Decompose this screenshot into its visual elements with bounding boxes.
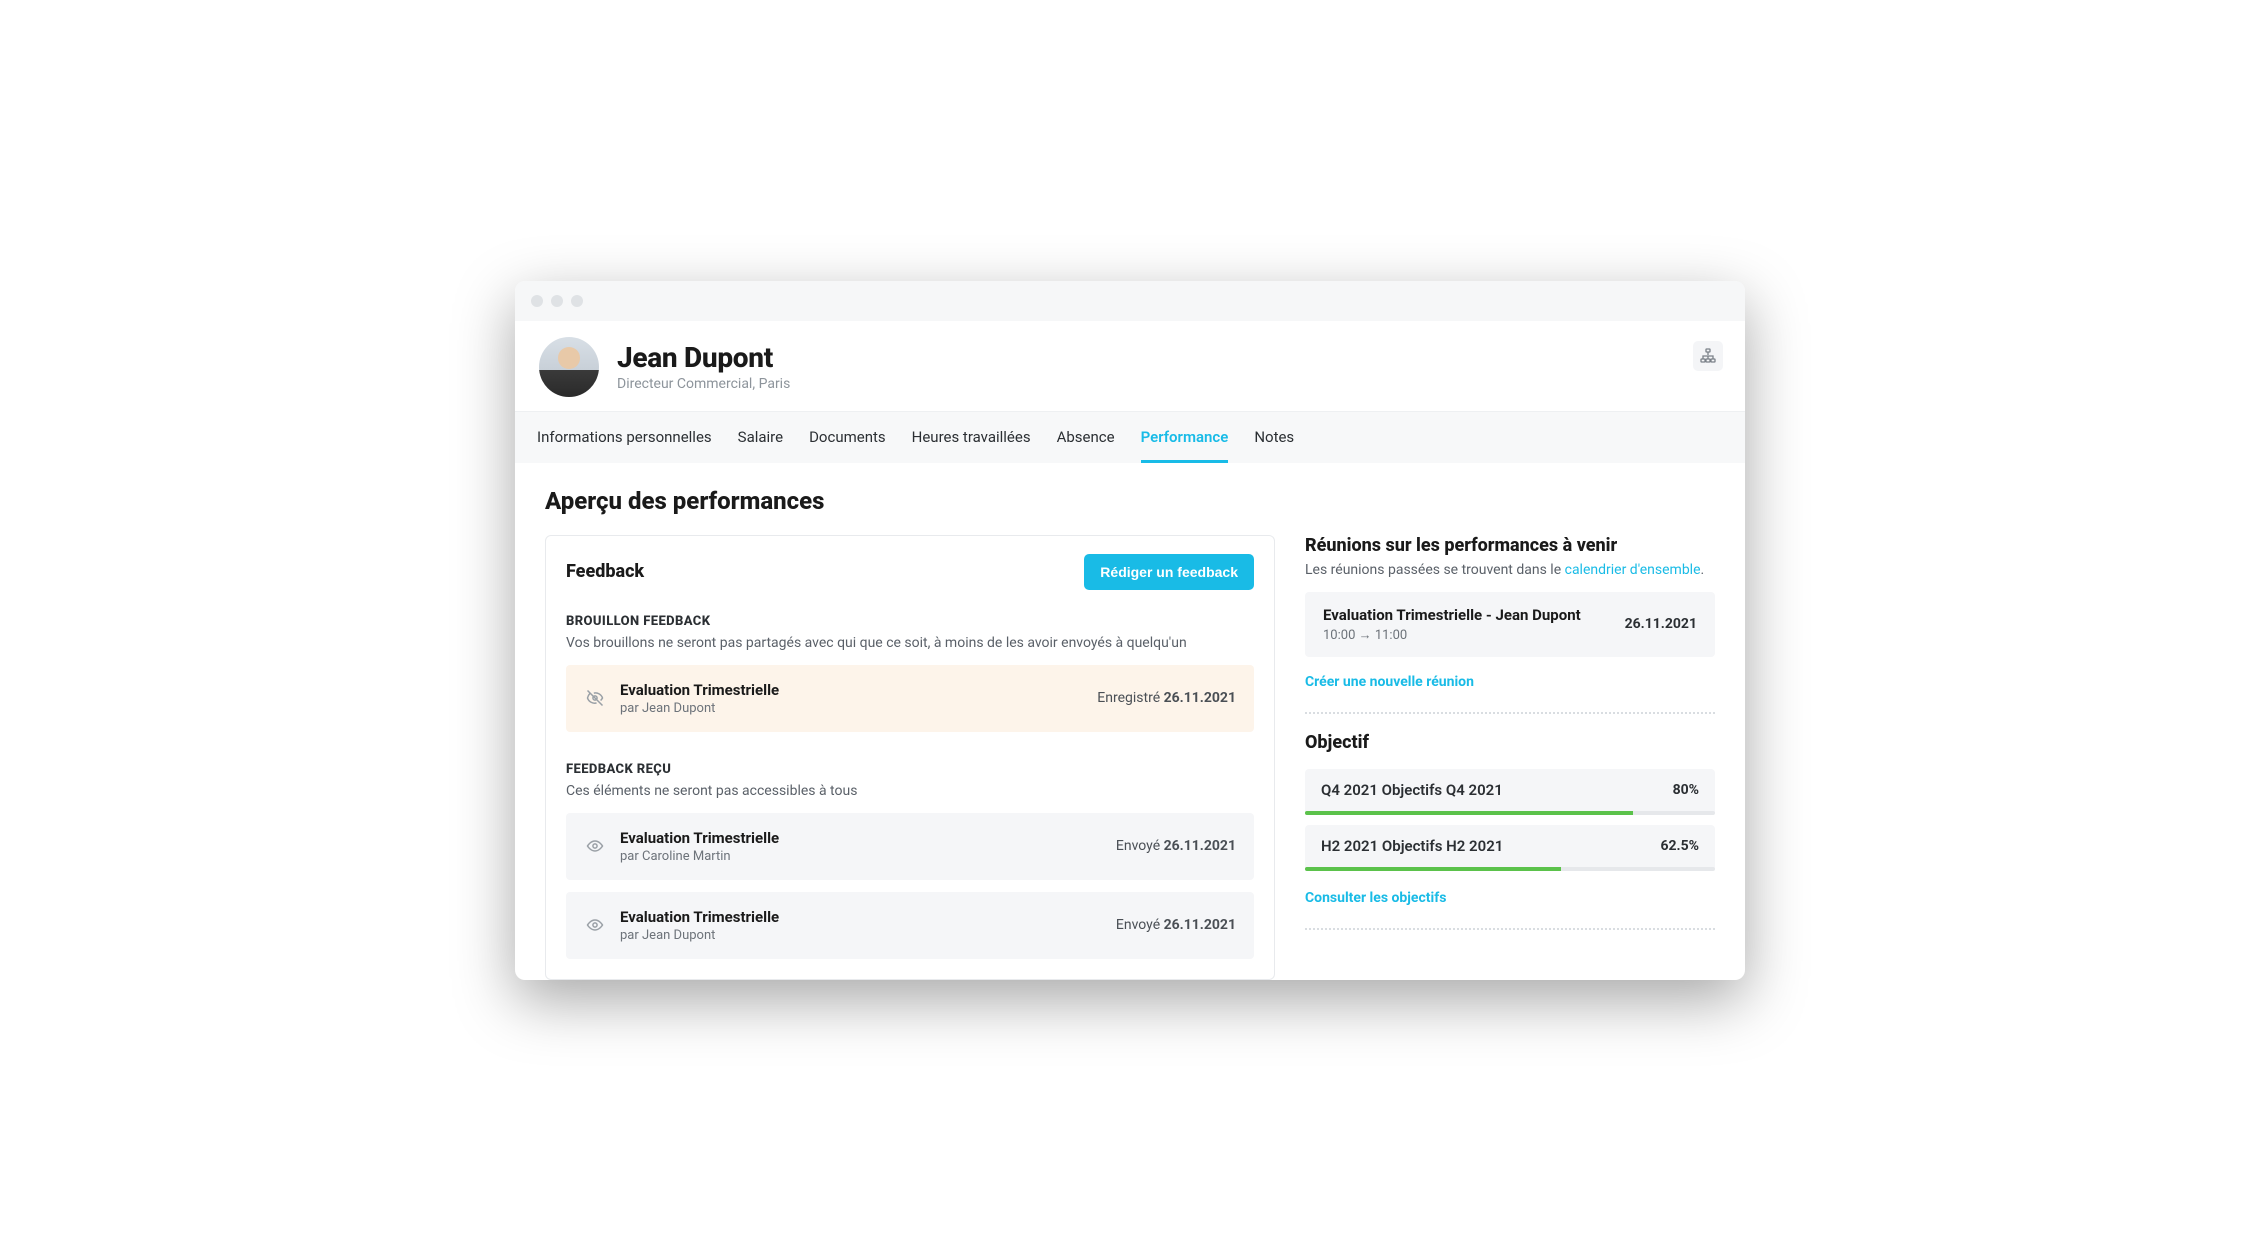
feedback-row-title: Evaluation Trimestrielle xyxy=(620,908,1116,926)
app-window: Jean Dupont Directeur Commercial, Paris … xyxy=(515,281,1745,980)
feedback-row-meta: Envoyé 26.11.2021 xyxy=(1116,838,1236,854)
calendar-link[interactable]: calendrier d'ensemble xyxy=(1565,562,1701,578)
tab-performance[interactable]: Performance xyxy=(1141,412,1229,463)
divider xyxy=(1305,928,1715,930)
tabs-bar: Informations personnelles Salaire Docume… xyxy=(515,411,1745,463)
tab-documents[interactable]: Documents xyxy=(809,412,886,463)
org-chart-button[interactable] xyxy=(1693,341,1723,371)
goal-progress-bar xyxy=(1305,811,1715,815)
goal-head: Q4 2021 Objectifs Q4 2021 80% xyxy=(1321,781,1699,811)
feedback-row-date: 26.11.2021 xyxy=(1164,690,1236,706)
sidebar: Réunions sur les performances à venir Le… xyxy=(1305,535,1715,948)
feedback-received-row[interactable]: Evaluation Trimestrielle par Jean Dupont… xyxy=(566,892,1254,959)
feedback-card: Feedback Rédiger un feedback BROUILLON F… xyxy=(545,535,1275,980)
meetings-desc-text: Les réunions passées se trouvent dans le xyxy=(1305,562,1565,578)
tab-salaire[interactable]: Salaire xyxy=(738,412,783,463)
chrome-dot xyxy=(531,295,543,307)
goal-pct: 80% xyxy=(1673,782,1699,798)
content-area: Aperçu des performances Feedback Rédiger… xyxy=(515,463,1745,980)
feedback-draft-row[interactable]: Evaluation Trimestrielle par Jean Dupont… xyxy=(566,665,1254,732)
meeting-time: 10:00 → 11:00 xyxy=(1323,627,1581,643)
feedback-row-author: par Jean Dupont xyxy=(620,701,1097,716)
goal-head: H2 2021 Objectifs H2 2021 62.5% xyxy=(1321,837,1699,867)
feedback-row-main: Evaluation Trimestrielle par Caroline Ma… xyxy=(620,829,1116,864)
draft-section-label: BROUILLON FEEDBACK xyxy=(566,614,1254,629)
profile-header-text: Jean Dupont Directeur Commercial, Paris xyxy=(617,341,790,392)
goals-title: Objectif xyxy=(1305,732,1715,753)
meeting-card[interactable]: Evaluation Trimestrielle - Jean Dupont 1… xyxy=(1305,592,1715,657)
goal-row[interactable]: H2 2021 Objectifs H2 2021 62.5% xyxy=(1305,825,1715,871)
feedback-title: Feedback xyxy=(566,561,644,582)
meeting-title: Evaluation Trimestrielle - Jean Dupont xyxy=(1323,606,1581,624)
meeting-card-main: Evaluation Trimestrielle - Jean Dupont 1… xyxy=(1323,606,1581,643)
received-section-desc: Ces éléments ne seront pas accessibles à… xyxy=(566,783,1254,799)
feedback-row-main: Evaluation Trimestrielle par Jean Dupont xyxy=(620,681,1097,716)
feedback-row-status: Envoyé xyxy=(1116,917,1164,933)
goal-pct: 62.5% xyxy=(1660,838,1699,854)
draft-section-desc: Vos brouillons ne seront pas partagés av… xyxy=(566,635,1254,651)
eye-icon xyxy=(584,915,606,935)
feedback-row-date: 26.11.2021 xyxy=(1164,838,1236,854)
view-goals-link[interactable]: Consulter les objectifs xyxy=(1305,890,1446,906)
person-name: Jean Dupont xyxy=(617,341,790,374)
meetings-title: Réunions sur les performances à venir xyxy=(1305,535,1715,556)
feedback-row-title: Evaluation Trimestrielle xyxy=(620,681,1097,699)
meetings-desc: Les réunions passées se trouvent dans le… xyxy=(1305,562,1715,578)
feedback-row-status: Envoyé xyxy=(1116,838,1164,854)
divider xyxy=(1305,712,1715,714)
feedback-row-meta: Envoyé 26.11.2021 xyxy=(1116,917,1236,933)
columns: Feedback Rédiger un feedback BROUILLON F… xyxy=(545,535,1715,980)
feedback-row-main: Evaluation Trimestrielle par Jean Dupont xyxy=(620,908,1116,943)
goal-label: Q4 2021 Objectifs Q4 2021 xyxy=(1321,781,1503,799)
avatar xyxy=(539,337,599,397)
goal-row[interactable]: Q4 2021 Objectifs Q4 2021 80% xyxy=(1305,769,1715,815)
tab-absence[interactable]: Absence xyxy=(1057,412,1115,463)
goal-progress-fill xyxy=(1305,867,1561,871)
meetings-desc-suffix: . xyxy=(1701,562,1705,578)
profile-header: Jean Dupont Directeur Commercial, Paris xyxy=(515,321,1745,411)
feedback-row-author: par Caroline Martin xyxy=(620,849,1116,864)
eye-off-icon xyxy=(584,688,606,708)
window-chrome xyxy=(515,281,1745,321)
feedback-row-title: Evaluation Trimestrielle xyxy=(620,829,1116,847)
feedback-row-meta: Enregistré 26.11.2021 xyxy=(1097,690,1236,706)
goal-progress-bar xyxy=(1305,867,1715,871)
feedback-row-author: par Jean Dupont xyxy=(620,928,1116,943)
chrome-dot xyxy=(571,295,583,307)
feedback-card-header: Feedback Rédiger un feedback xyxy=(566,554,1254,590)
page-title: Aperçu des performances xyxy=(545,487,1715,515)
received-section-label: FEEDBACK REÇU xyxy=(566,762,1254,777)
eye-icon xyxy=(584,836,606,856)
feedback-row-status: Enregistré xyxy=(1097,690,1163,706)
meeting-date: 26.11.2021 xyxy=(1625,616,1697,632)
tab-informations-personnelles[interactable]: Informations personnelles xyxy=(537,412,712,463)
tab-heures-travaillees[interactable]: Heures travaillées xyxy=(912,412,1031,463)
chrome-dot xyxy=(551,295,563,307)
feedback-received-row[interactable]: Evaluation Trimestrielle par Caroline Ma… xyxy=(566,813,1254,880)
compose-feedback-button[interactable]: Rédiger un feedback xyxy=(1084,554,1254,590)
create-meeting-link[interactable]: Créer une nouvelle réunion xyxy=(1305,674,1474,690)
goal-progress-fill xyxy=(1305,811,1633,815)
person-subtitle: Directeur Commercial, Paris xyxy=(617,376,790,392)
goal-label: H2 2021 Objectifs H2 2021 xyxy=(1321,837,1503,855)
feedback-row-date: 26.11.2021 xyxy=(1164,917,1236,933)
org-chart-icon xyxy=(1700,348,1716,364)
tab-notes[interactable]: Notes xyxy=(1254,412,1294,463)
